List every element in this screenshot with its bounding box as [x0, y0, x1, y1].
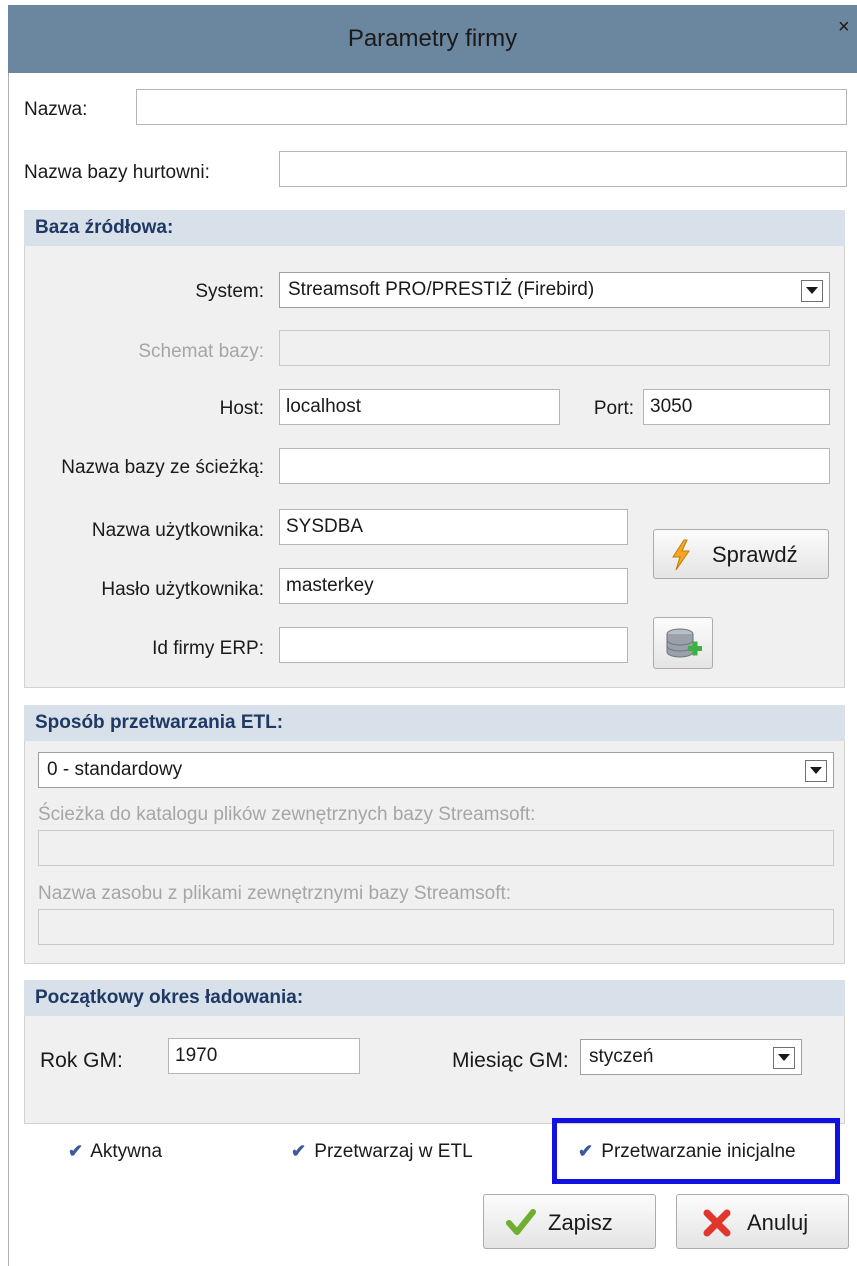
path-input[interactable]: [279, 448, 830, 484]
system-value: Streamsoft PRO/PRESTIŻ (Firebird): [288, 279, 595, 300]
checkmark-icon: [506, 1209, 536, 1235]
chevron-down-icon[interactable]: [805, 760, 827, 782]
save-button-label: Zapisz: [548, 1210, 613, 1235]
checkmark-icon: ✔: [578, 1141, 594, 1161]
source-group-header: Baza źródłowa:: [24, 210, 845, 246]
add-database-icon: [666, 628, 702, 658]
cross-icon: [703, 1209, 731, 1237]
password-input[interactable]: masterkey: [279, 568, 628, 604]
month-select[interactable]: styczeń: [580, 1039, 802, 1075]
initial-label: Przetwarzanie inicjalne: [601, 1141, 796, 1162]
catalog-input: [38, 830, 834, 866]
nazwa-input[interactable]: [136, 89, 847, 125]
month-label: Miesiąc GM:: [452, 1049, 569, 1072]
check-button-label: Sprawdź: [712, 542, 798, 567]
close-icon[interactable]: ×: [838, 17, 850, 37]
source-group-title: Baza źródłowa:: [35, 217, 174, 238]
add-database-button[interactable]: [653, 617, 713, 669]
erp-input[interactable]: [279, 627, 628, 663]
resource-input: [38, 909, 834, 945]
year-label: Rok GM:: [40, 1049, 123, 1072]
etl-group-title: Sposób przetwarzania ETL:: [35, 712, 284, 733]
cancel-button-label: Anuluj: [747, 1210, 809, 1235]
port-label: Port:: [593, 398, 634, 419]
nazwa-label: Nazwa:: [24, 99, 88, 120]
checkmark-icon: ✔: [68, 1141, 84, 1161]
etl-checkbox[interactable]: ✔ Przetwarzaj w ETL: [291, 1139, 473, 1164]
initial-checkbox[interactable]: ✔ Przetwarzanie inicjalne: [578, 1139, 796, 1164]
window-title: Parametry firmy: [347, 25, 518, 52]
checkmark-icon: ✔: [291, 1141, 307, 1161]
lightning-icon: [672, 539, 690, 571]
save-button[interactable]: Zapisz: [483, 1194, 656, 1249]
host-label: Host:: [219, 398, 264, 419]
period-group-header: Początkowy okres ładowania:: [24, 980, 845, 1016]
path-label: Nazwa bazy ze ścieżką:: [61, 457, 264, 478]
check-button[interactable]: Sprawdź: [653, 529, 829, 579]
title-bar: Parametry firmy ×: [8, 5, 857, 73]
chevron-down-icon[interactable]: [801, 280, 823, 302]
year-input[interactable]: 1970: [168, 1038, 360, 1074]
user-label: Nazwa użytkownika:: [91, 520, 264, 541]
schemat-input: [279, 330, 830, 366]
password-label: Hasło użytkownika:: [101, 579, 264, 600]
catalog-label: Ścieżka do katalogu plików zewnętrznych …: [38, 804, 536, 825]
host-input[interactable]: localhost: [279, 389, 560, 425]
active-label: Aktywna: [90, 1141, 163, 1162]
period-group-title: Początkowy okres ładowania:: [35, 987, 304, 1008]
etl-mode-select[interactable]: 0 - standardowy: [38, 752, 834, 788]
system-select[interactable]: Streamsoft PRO/PRESTIŻ (Firebird): [279, 272, 830, 308]
schemat-label: Schemat bazy:: [138, 341, 264, 362]
hurtownia-input[interactable]: [279, 151, 847, 187]
port-input[interactable]: 3050: [643, 389, 830, 425]
cancel-button[interactable]: Anuluj: [676, 1194, 849, 1249]
etl-group-header: Sposób przetwarzania ETL:: [24, 705, 845, 741]
etl-mode-value: 0 - standardowy: [47, 759, 183, 780]
month-value: styczeń: [589, 1046, 654, 1067]
chevron-down-icon[interactable]: [773, 1047, 795, 1069]
resource-label: Nazwa zasobu z plikami zewnętrznymi bazy…: [38, 883, 512, 904]
etl-label: Przetwarzaj w ETL: [314, 1141, 473, 1162]
hurtownia-label: Nazwa bazy hurtowni:: [24, 162, 210, 183]
erp-label: Id firmy ERP:: [152, 638, 264, 659]
active-checkbox[interactable]: ✔ Aktywna: [68, 1139, 162, 1164]
user-input[interactable]: SYSDBA: [279, 509, 628, 545]
system-label: System:: [195, 281, 264, 302]
